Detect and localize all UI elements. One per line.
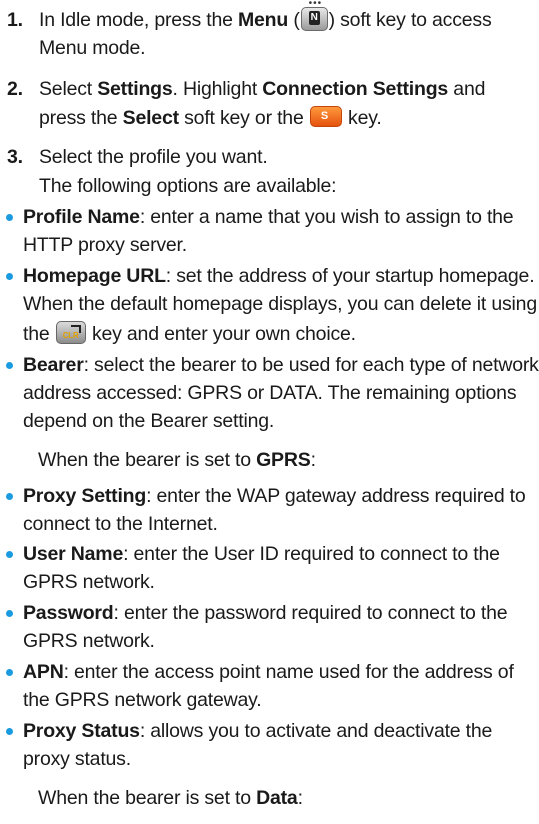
bullet-icon [6, 551, 13, 558]
bullet-icon [6, 362, 13, 369]
bullet-icon [6, 728, 13, 735]
bullet-icon [6, 493, 13, 500]
bullet-icon [6, 214, 13, 221]
bullet-icon [6, 273, 13, 280]
bullet-icon [6, 669, 13, 676]
step-number: 2. [7, 78, 23, 100]
select-key-icon: S [309, 106, 342, 128]
menu-term: Menu [237, 9, 289, 31]
clear-key-icon: CLR [55, 321, 86, 345]
manual-page: 1. In Idle mode, press the Menu (••• N) s… [6, 0, 539, 809]
step-number: 3. [7, 146, 23, 168]
menu-key-icon: ••• N [300, 0, 328, 31]
bullet-icon [6, 610, 13, 617]
step-number: 1. [7, 9, 23, 31]
